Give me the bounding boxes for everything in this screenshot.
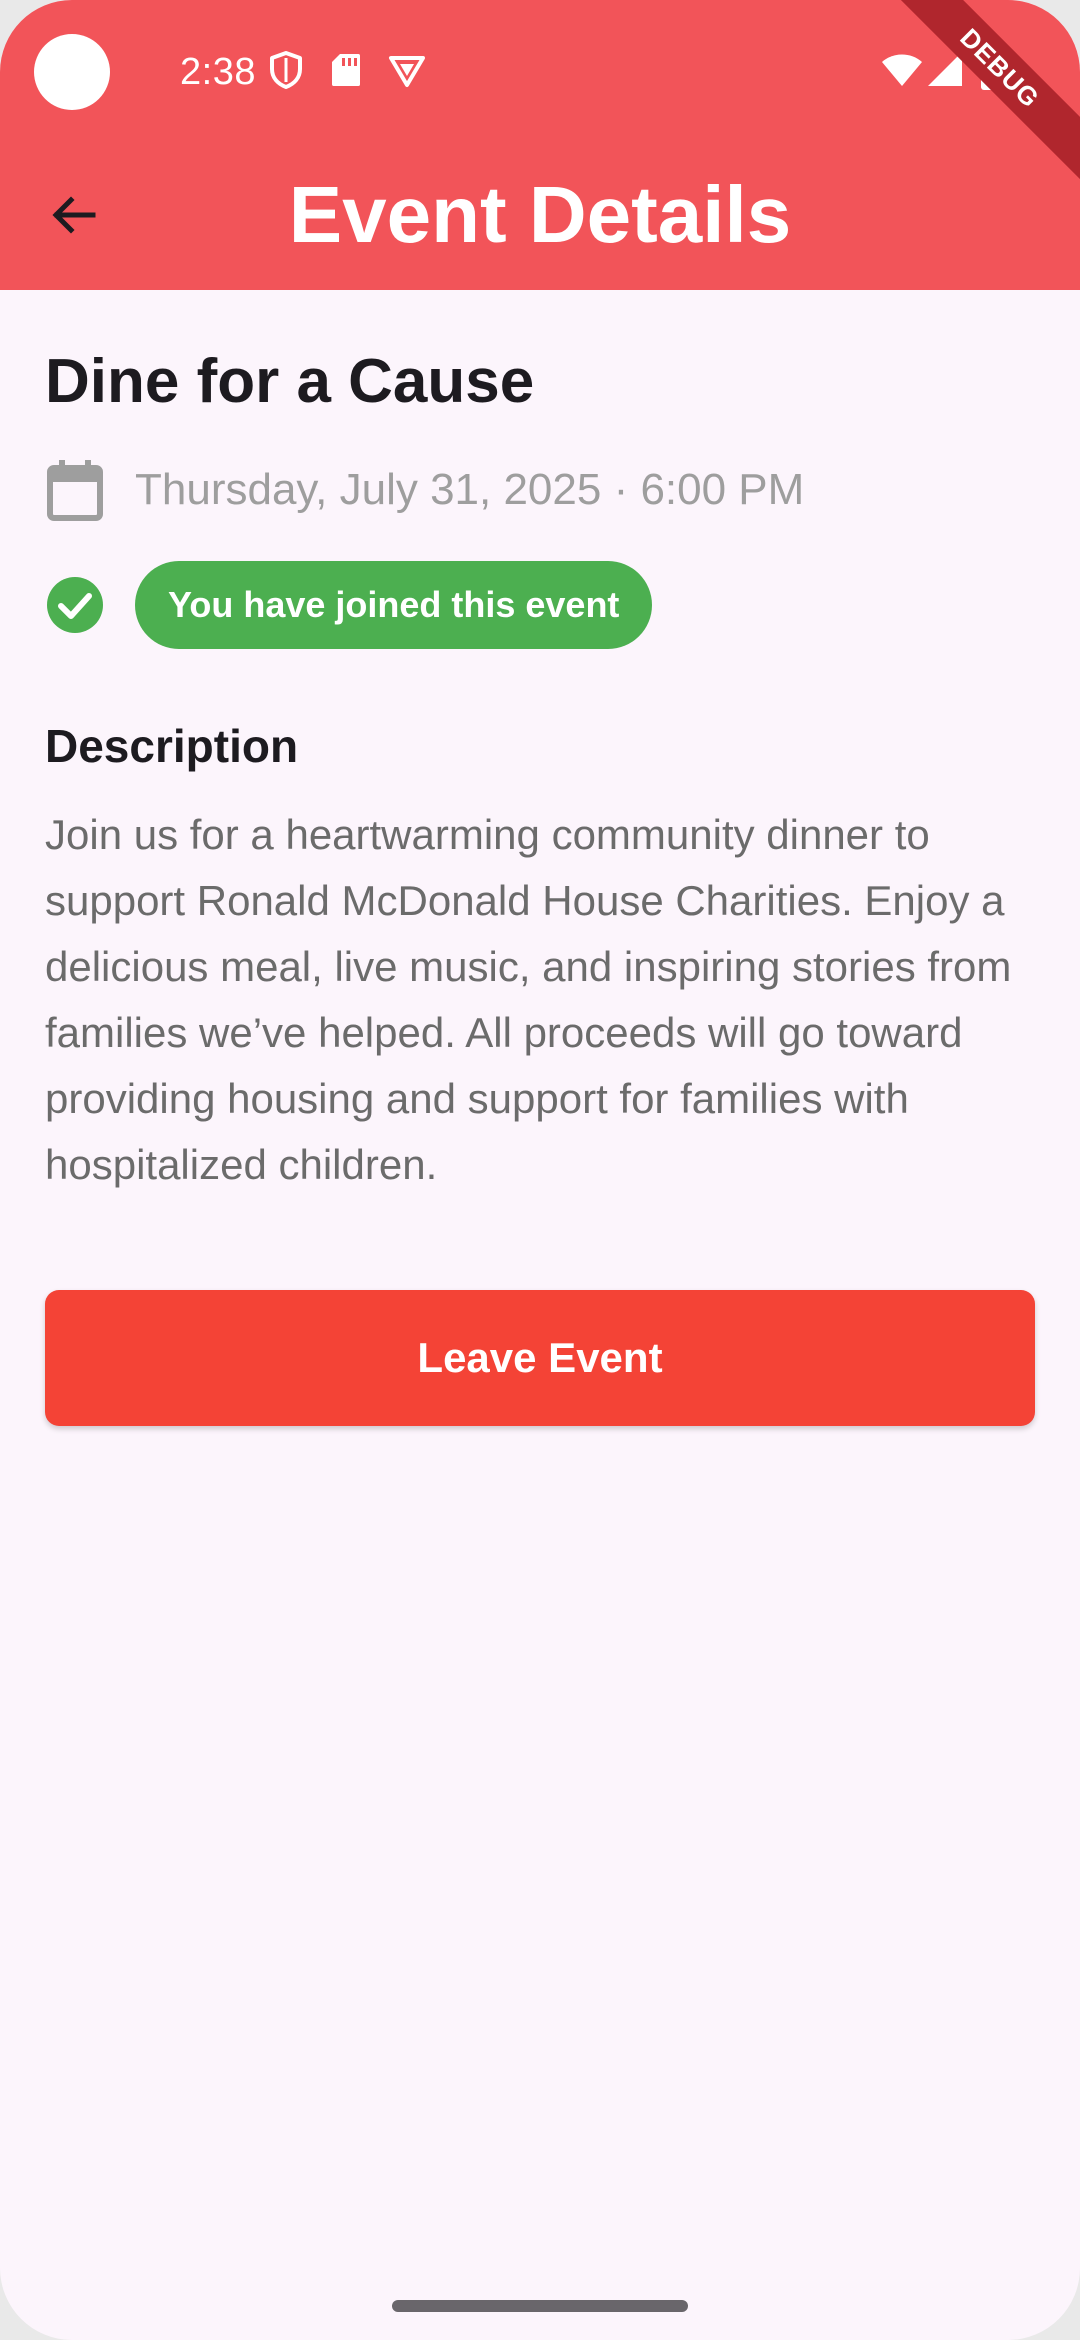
arrow-back-icon <box>52 196 96 234</box>
phone-screen: 2:38 DEBUG Event Details Dine for a Caus… <box>0 0 1080 2340</box>
event-datetime: Thursday, July 31, 2025 · 6:00 PM <box>135 465 805 514</box>
event-datetime-row: Thursday, July 31, 2025 · 6:00 PM <box>45 450 804 530</box>
status-bar: 2:38 DEBUG <box>0 0 1080 190</box>
event-title: Dine for a Cause <box>45 347 535 416</box>
wifi-icon <box>882 54 922 86</box>
calendar-icon <box>47 460 103 521</box>
joined-status-badge: You have joined this event <box>135 561 653 649</box>
vpn-icon <box>389 56 425 87</box>
shield-icon <box>270 51 302 89</box>
gesture-navigation-bar[interactable] <box>392 2300 688 2312</box>
event-description: Join us for a heartwarming community din… <box>45 811 1012 1188</box>
back-button[interactable] <box>34 175 114 255</box>
sd-card-icon <box>332 54 360 86</box>
page-title: Event Details <box>288 170 792 259</box>
joined-status-row: You have joined this event <box>45 560 653 650</box>
status-time: 2:38 <box>180 51 256 93</box>
app-bar: Event Details <box>0 140 1080 290</box>
camera-cutout <box>34 34 110 110</box>
description-heading: Description <box>45 720 299 772</box>
leave-event-button[interactable]: Leave Event <box>45 1290 1035 1426</box>
check-circle-icon <box>47 577 103 633</box>
header: 2:38 DEBUG Event Details <box>0 0 1080 290</box>
